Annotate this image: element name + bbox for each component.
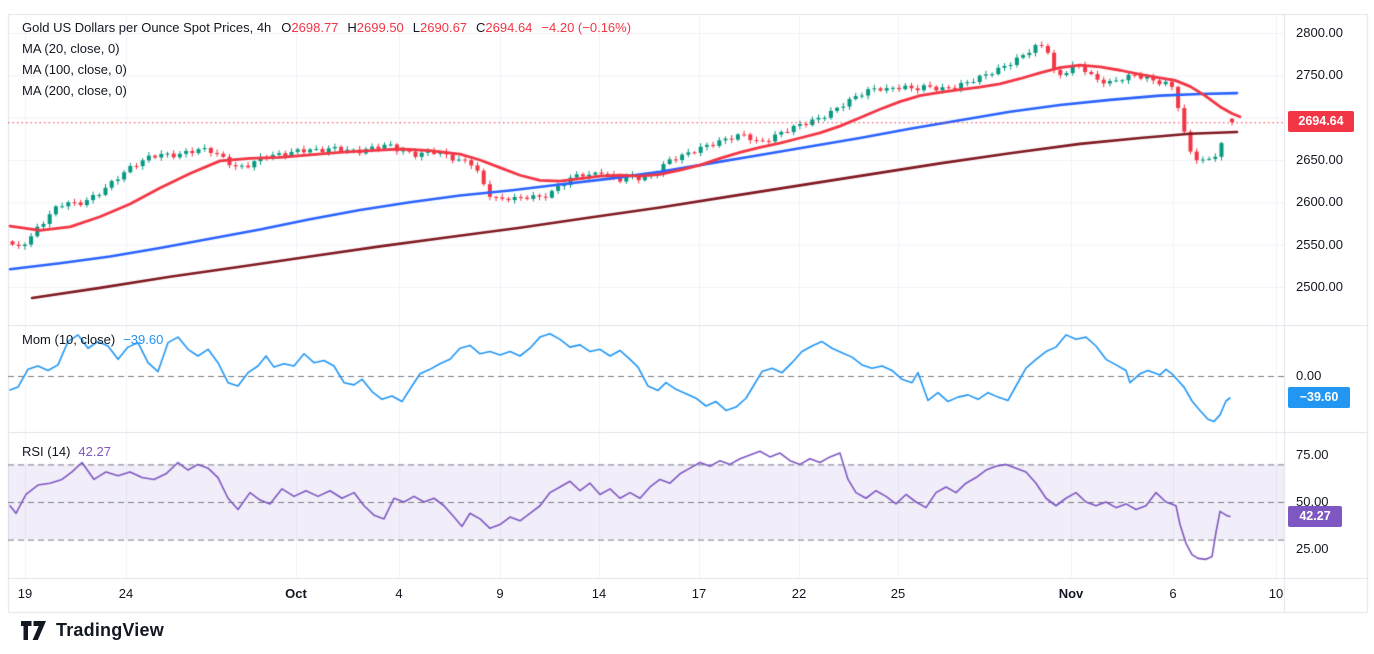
tradingview-chart-window: Gold US Dollars per Ounce Spot Prices, 4… <box>0 0 1374 654</box>
last-price-badge: 2694.64 <box>1288 111 1354 132</box>
time-axis-label: Nov <box>1049 586 1093 602</box>
momentum-legend-label: Mom (10, close) <box>22 332 115 347</box>
momentum-legend[interactable]: Mom (10, close) −39.60 <box>22 330 163 350</box>
price-axis-label: 2550.00 <box>1296 237 1366 253</box>
price-axis-label: 2500.00 <box>1296 279 1366 295</box>
time-axis-label: 24 <box>104 586 148 602</box>
ohlc-high: H2699.50 <box>347 20 403 35</box>
time-axis-label: 25 <box>876 586 920 602</box>
price-axis-label: 2650.00 <box>1296 152 1366 168</box>
main-legend: Gold US Dollars per Ounce Spot Prices, 4… <box>22 17 631 101</box>
ohlc-change: −4.20 (−0.16%) <box>541 20 631 35</box>
tradingview-logo[interactable]: TradingView <box>20 620 164 641</box>
price-axis-label: 2800.00 <box>1296 25 1366 41</box>
time-axis-label: Oct <box>274 586 318 602</box>
ohlc-open: O2698.77 <box>281 20 338 35</box>
time-axis[interactable] <box>8 579 1285 612</box>
ohlc-close: C2694.64 <box>476 20 532 35</box>
rsi-badge: 42.27 <box>1288 506 1342 527</box>
momentum-badge: −39.60 <box>1288 387 1350 408</box>
ma20-legend[interactable]: MA (20, close, 0) <box>22 38 631 59</box>
tradingview-logo-icon <box>20 620 47 641</box>
momentum-value: −39.60 <box>123 332 163 347</box>
tradingview-logo-text: TradingView <box>56 620 164 641</box>
price-axis-label: 2750.00 <box>1296 67 1366 83</box>
ma100-legend[interactable]: MA (100, close, 0) <box>22 59 631 80</box>
rsi-legend[interactable]: RSI (14) 42.27 <box>22 442 111 462</box>
momentum-axis-label: 0.00 <box>1296 368 1366 384</box>
symbol-title[interactable]: Gold US Dollars per Ounce Spot Prices, 4… <box>22 20 271 35</box>
ma200-legend[interactable]: MA (200, close, 0) <box>22 80 631 101</box>
symbol-legend-row[interactable]: Gold US Dollars per Ounce Spot Prices, 4… <box>22 17 631 38</box>
time-axis-label: 22 <box>777 586 821 602</box>
rsi-axis-label: 75.00 <box>1296 447 1366 463</box>
ohlc-low: L2690.67 <box>413 20 467 35</box>
time-axis-label: 14 <box>577 586 621 602</box>
rsi-value: 42.27 <box>78 444 111 459</box>
time-axis-label: 10 <box>1254 586 1298 602</box>
time-axis-label: 17 <box>677 586 721 602</box>
rsi-axis-label: 25.00 <box>1296 541 1366 557</box>
time-axis-label: 9 <box>478 586 522 602</box>
price-axis-label: 2600.00 <box>1296 194 1366 210</box>
time-axis-label: 4 <box>377 586 421 602</box>
time-axis-label: 19 <box>3 586 47 602</box>
rsi-legend-label: RSI (14) <box>22 444 70 459</box>
time-axis-label: 6 <box>1151 586 1195 602</box>
